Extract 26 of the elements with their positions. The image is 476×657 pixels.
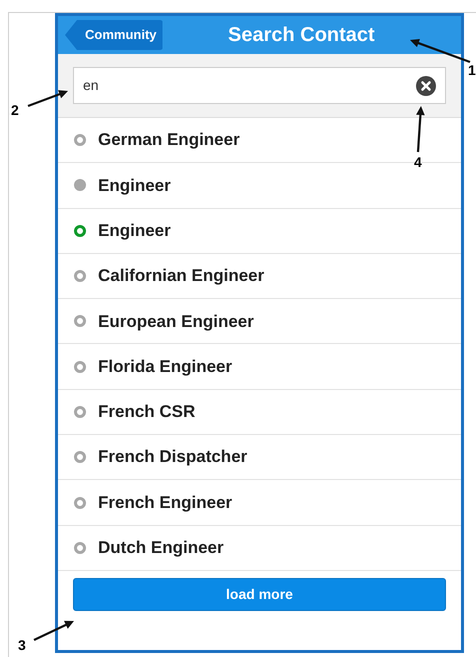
annotation-number: 2	[11, 101, 19, 120]
contact-row[interactable]: French Engineer	[58, 480, 461, 526]
contact-row[interactable]: Dutch Engineer	[58, 526, 461, 571]
contact-name: French Engineer	[98, 492, 232, 514]
contact-row[interactable]: Florida Engineer	[58, 344, 461, 390]
contact-row[interactable]: French Dispatcher	[58, 435, 461, 480]
contact-name: Californian Engineer	[98, 265, 264, 288]
contact-name: European Engineer	[98, 310, 254, 333]
load-more-button[interactable]: load more	[73, 578, 446, 611]
annotation-number: 1	[468, 61, 476, 80]
contact-row[interactable]: Californian Engineer	[58, 254, 461, 300]
annotation-number: 3	[18, 636, 26, 655]
header-title: Search Contact	[228, 23, 375, 48]
contact-name: French Dispatcher	[98, 446, 248, 468]
contact-name: Dutch Engineer	[98, 537, 224, 560]
contact-name: Florida Engineer	[98, 356, 232, 378]
contact-name: Engineer	[98, 174, 171, 197]
contact-row[interactable]: Engineer	[58, 208, 461, 254]
contact-name: Engineer	[98, 220, 171, 242]
contact-row[interactable]: European Engineer	[58, 299, 461, 344]
contact-name: French CSR	[98, 401, 196, 424]
search-field[interactable]: en	[73, 67, 446, 104]
contact-row[interactable]: French CSR	[58, 390, 461, 436]
clear-icon[interactable]	[416, 76, 436, 96]
contact-name: German Engineer	[98, 129, 240, 152]
back-button[interactable]: Community	[65, 20, 162, 50]
